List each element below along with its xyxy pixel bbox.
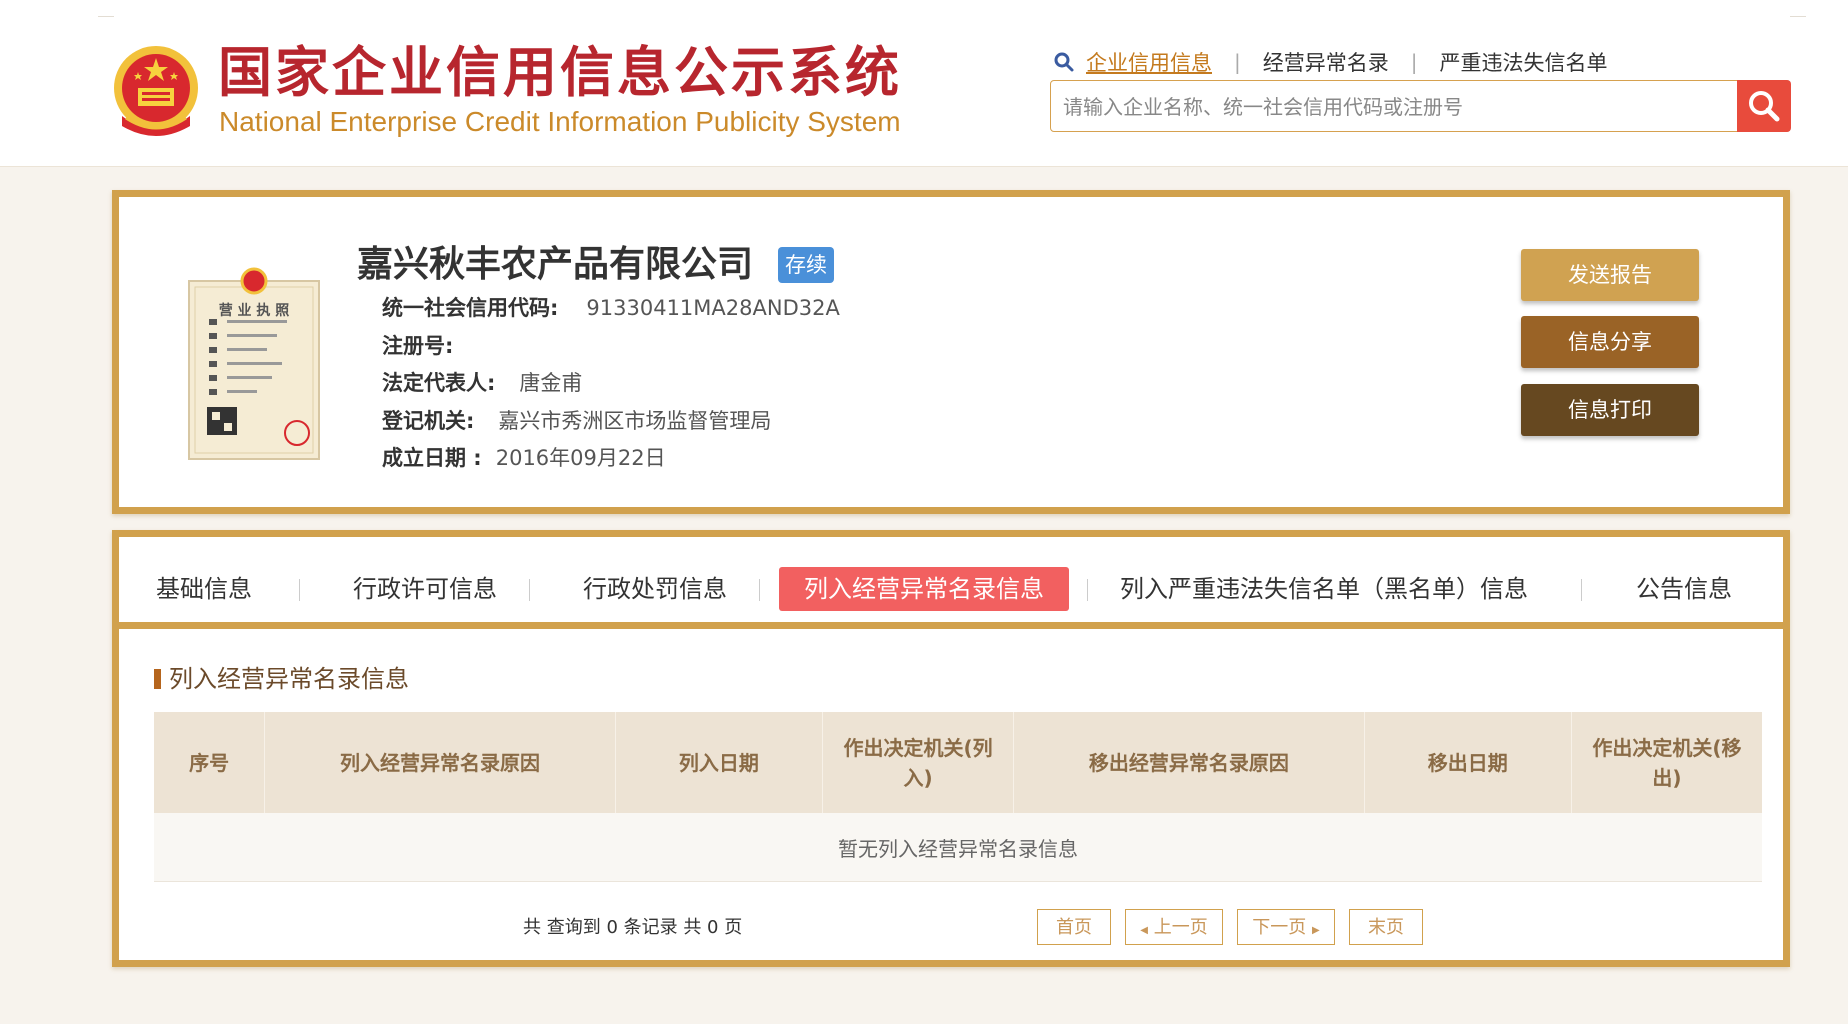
first-page-button[interactable]: 首页 <box>1037 909 1111 945</box>
nav-link-abnormal-list[interactable]: 经营异常名录 <box>1263 47 1389 77</box>
info-row-authority: 登记机关: 嘉兴市秀洲区市场监督管理局 <box>382 406 771 436</box>
company-summary-panel: 营 业 执 照 嘉兴秋丰农产品有限公司 存续 统一社会信用代码: 91330411… <box>112 190 1790 514</box>
info-value: 2016年09月22日 <box>495 446 666 470</box>
detail-panel: 基础信息 行政许可信息 行政处罚信息 列入经营异常名录信息 列入严重违法失信名单… <box>112 530 1790 967</box>
info-row-legal-rep: 法定代表人: 唐金甫 <box>382 368 582 398</box>
prev-page-label: 上一页 <box>1153 917 1208 938</box>
national-emblem-icon <box>114 46 198 136</box>
header-decor-line <box>1790 16 1806 17</box>
caret-left-icon: ◀ <box>1140 925 1148 936</box>
column-header: 移出日期 <box>1364 712 1573 813</box>
column-header: 移出经营异常名录原因 <box>1013 712 1365 813</box>
tab-separator <box>529 579 530 601</box>
company-name: 嘉兴秋丰农产品有限公司 <box>357 244 754 285</box>
info-row-reg-number: 注册号: <box>382 331 467 361</box>
pager-summary: 共 查询到 0 条记录 共 0 页 <box>523 917 743 938</box>
tab-separator <box>759 579 760 601</box>
search-input[interactable] <box>1061 89 1715 125</box>
column-header: 列入经营异常名录原因 <box>264 712 616 813</box>
tab-basic-info[interactable]: 基础信息 <box>139 567 269 611</box>
empty-state-text: 暂无列入经营异常名录信息 <box>154 813 1762 882</box>
site-header: 国家企业信用信息公示系统 National Enterprise Credit … <box>0 0 1848 167</box>
info-row-credit-code: 统一社会信用代码: 91330411MA28AND32A <box>382 293 840 323</box>
nav-link-blacklist[interactable]: 严重违法失信名单 <box>1440 47 1608 77</box>
site-subtitle: National Enterprise Credit Information P… <box>219 106 901 137</box>
info-value: 嘉兴市秀洲区市场监督管理局 <box>498 409 772 433</box>
tab-announcements[interactable]: 公告信息 <box>1619 567 1749 611</box>
top-nav: 企业信用信息 | 经营异常名录 | 严重违法失信名单 <box>1052 46 1608 78</box>
info-label: 登记机关: <box>382 409 475 433</box>
share-info-button[interactable]: 信息分享 <box>1521 316 1699 368</box>
column-header: 作出决定机关(列入) <box>822 712 1015 813</box>
tab-separator <box>1087 579 1088 601</box>
nav-link-credit-info[interactable]: 企业信用信息 <box>1086 47 1212 77</box>
search-box <box>1050 80 1790 132</box>
search-button[interactable] <box>1737 80 1791 132</box>
abnormal-list-table: 序号 列入经营异常名录原因 列入日期 作出决定机关(列入) 移出经营异常名录原因… <box>154 712 1762 882</box>
info-label: 成立日期 : <box>382 446 482 470</box>
print-info-button[interactable]: 信息打印 <box>1521 384 1699 436</box>
site-title: 国家企业信用信息公示系统 <box>218 41 902 104</box>
table-row: 暂无列入经营异常名录信息 <box>154 813 1762 882</box>
send-report-button[interactable]: 发送报告 <box>1521 249 1699 301</box>
next-page-button[interactable]: 下一页 ▶ <box>1237 909 1335 945</box>
info-label: 统一社会信用代码: <box>382 296 559 320</box>
info-value: 唐金甫 <box>519 371 583 395</box>
prev-page-button[interactable]: ◀ 上一页 <box>1125 909 1223 945</box>
next-page-label: 下一页 <box>1252 917 1307 938</box>
status-badge: 存续 <box>778 247 834 283</box>
section-marker <box>154 669 161 689</box>
tab-admin-license[interactable]: 行政许可信息 <box>337 567 513 611</box>
section-title: 列入经营异常名录信息 <box>169 665 409 693</box>
info-row-founded-date: 成立日期 : 2016年09月22日 <box>382 443 666 473</box>
column-header: 列入日期 <box>615 712 824 813</box>
tab-admin-penalty[interactable]: 行政处罚信息 <box>567 567 743 611</box>
search-icon <box>1749 91 1780 122</box>
tab-separator <box>299 579 300 601</box>
caret-right-icon: ▶ <box>1312 925 1320 936</box>
info-label: 注册号: <box>382 334 454 358</box>
tab-separator <box>1581 579 1582 601</box>
license-title: 营 业 执 照 <box>218 303 290 319</box>
column-header: 序号 <box>154 712 266 813</box>
tab-abnormal-list[interactable]: 列入经营异常名录信息 <box>779 567 1069 611</box>
tab-bar: 基础信息 行政许可信息 行政处罚信息 列入经营异常名录信息 列入严重违法失信名单… <box>119 537 1783 629</box>
column-header: 作出决定机关(移出) <box>1571 712 1762 813</box>
info-value: 91330411MA28AND32A <box>586 296 840 320</box>
header-decor-line <box>98 16 114 17</box>
info-label: 法定代表人: <box>382 371 496 395</box>
tab-blacklist[interactable]: 列入严重违法失信名单（黑名单）信息 <box>1109 567 1539 611</box>
nav-separator: | <box>1234 50 1241 74</box>
table-header-row: 序号 列入经营异常名录原因 列入日期 作出决定机关(列入) 移出经营异常名录原因… <box>154 712 1762 813</box>
last-page-button[interactable]: 末页 <box>1349 909 1423 945</box>
magnifier-icon <box>1054 52 1074 72</box>
nav-separator: | <box>1410 50 1418 74</box>
business-license-thumbnail[interactable] <box>187 261 321 461</box>
